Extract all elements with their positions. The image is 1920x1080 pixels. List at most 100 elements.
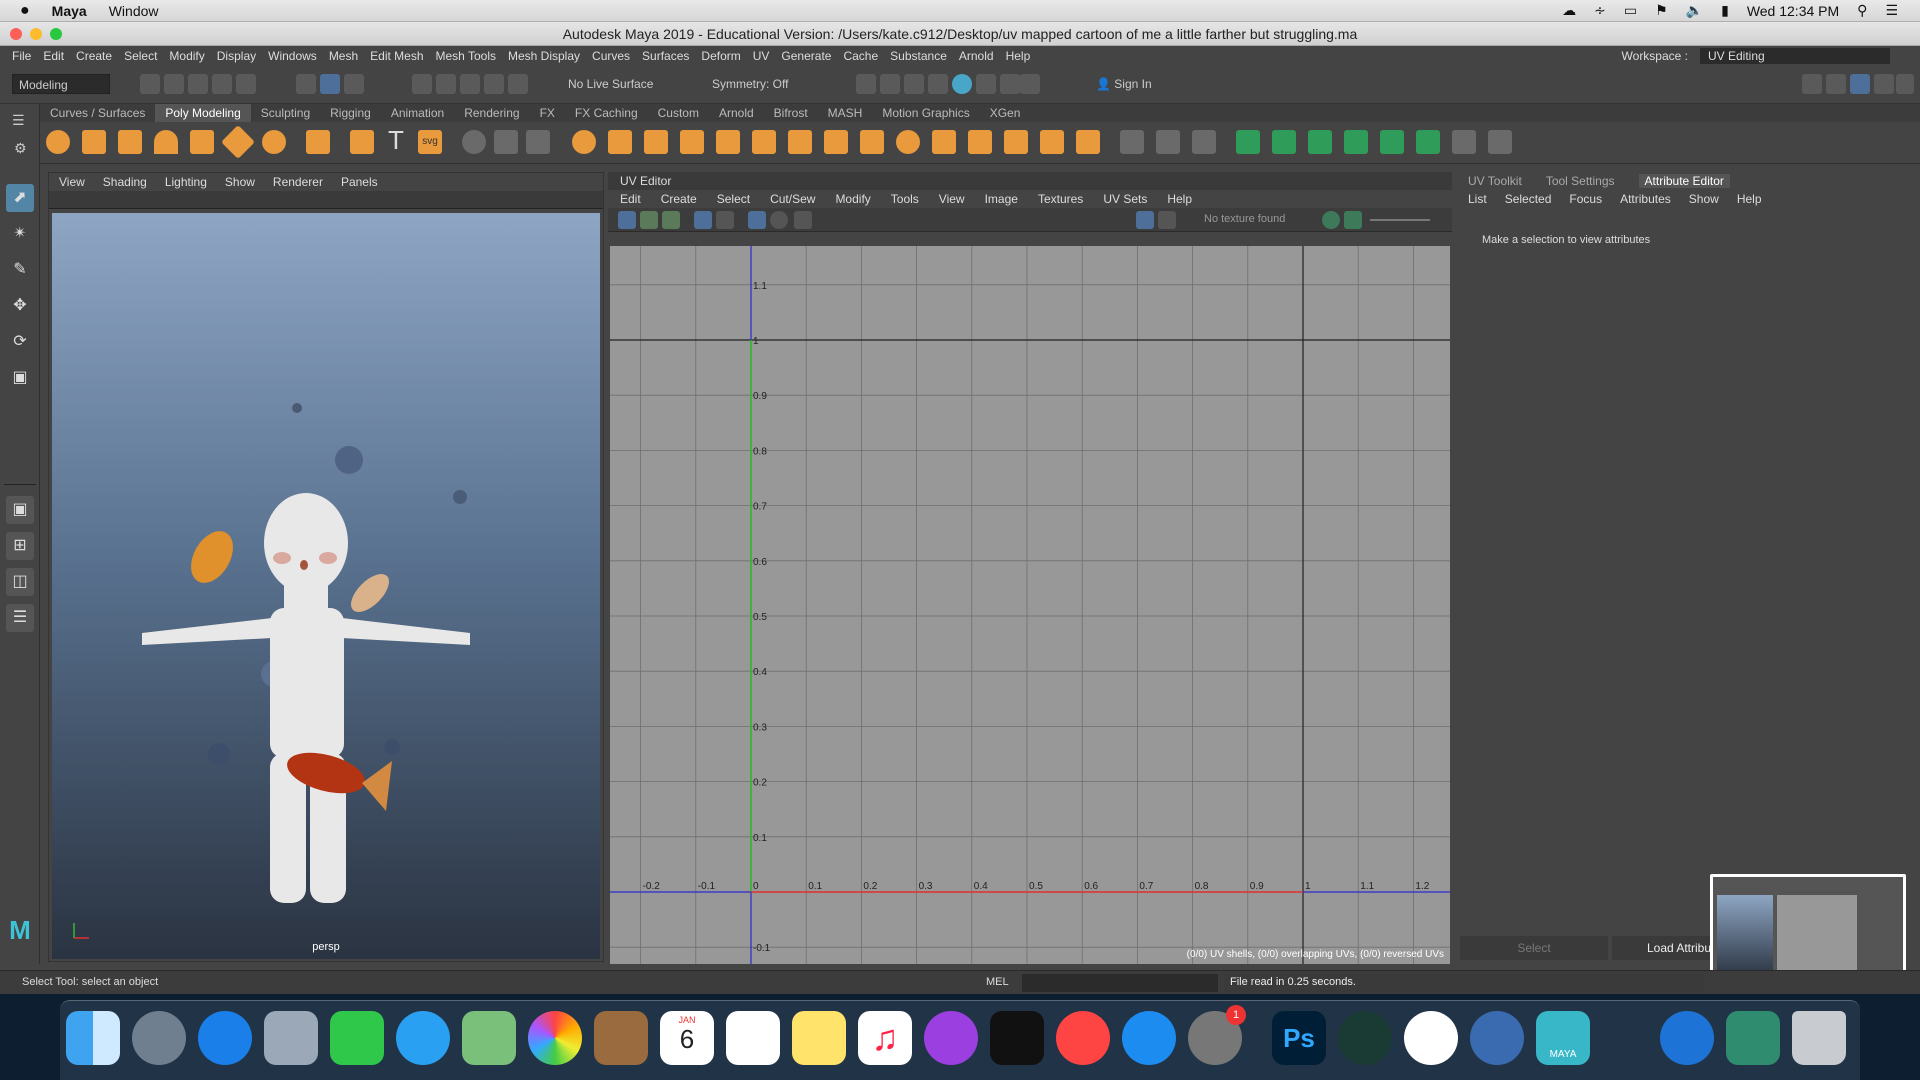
shelf-tab-curves-surfaces[interactable]: Curves / Surfaces [40,104,155,122]
attr-menu-help[interactable]: Help [1737,192,1762,206]
wedge-icon[interactable] [932,130,956,154]
delete-history-icon[interactable] [1236,130,1260,154]
snap-view-plane-icon[interactable] [508,74,528,94]
window-menu[interactable]: Window [109,3,159,19]
uv-toolbar-icon[interactable] [770,211,788,229]
render-setup-icon[interactable] [976,74,996,94]
viewport-menu-panels[interactable]: Panels [341,175,378,189]
rotate-tool-icon[interactable]: ⟳ [6,328,34,356]
volume-icon[interactable]: 🔈 [1686,2,1703,19]
shelf-tab-arnold[interactable]: Arnold [709,104,764,122]
save-scene-icon[interactable] [188,74,208,94]
viewport-menu-lighting[interactable]: Lighting [165,175,207,189]
light-editor-icon[interactable] [1000,74,1020,94]
svg-tool-icon[interactable]: svg [418,130,442,154]
uv-menu-view[interactable]: View [939,192,965,206]
grid-toggle-icon[interactable] [748,211,766,229]
attribute-editor-toggle-icon[interactable] [1850,74,1870,94]
quadrangulate-icon[interactable] [1076,130,1100,154]
snap-grid-icon[interactable] [412,74,432,94]
flag-icon[interactable]: ⚑ [1655,2,1668,19]
render-settings-icon[interactable] [928,74,948,94]
uv-toolbar-icon[interactable] [1344,211,1362,229]
shelf-tab-mash[interactable]: MASH [818,104,873,122]
super-shape-icon[interactable] [350,130,374,154]
open-scene-icon[interactable] [164,74,184,94]
outliner-layout-icon[interactable]: ☰ [6,604,34,632]
menu-edit[interactable]: Edit [43,49,64,63]
target-weld-icon[interactable] [1156,130,1180,154]
four-view-layout-icon[interactable]: ⊞ [6,532,34,560]
paint-select-tool-icon[interactable]: ✎ [6,256,34,284]
tab-attribute-editor[interactable]: Attribute Editor [1638,174,1730,188]
launchpad-icon[interactable] [132,1011,186,1065]
notification-center-icon[interactable]: ☰ [1885,2,1898,19]
freeze-transform-icon[interactable] [1272,130,1296,154]
separate-icon[interactable] [608,130,632,154]
shelf-tab-fx[interactable]: FX [530,104,565,122]
viewport-scene[interactable]: persp [52,213,600,959]
extrude-icon[interactable] [752,130,776,154]
uv-toolbar-icon[interactable] [1322,211,1340,229]
modeling-toolkit-icon[interactable] [1802,74,1822,94]
select-tool-icon[interactable]: ⬈ [6,184,34,212]
menu-create[interactable]: Create [76,49,112,63]
webex-icon[interactable] [1404,1011,1458,1065]
viewport-menu-view[interactable]: View [59,175,85,189]
boolean-icon[interactable] [680,130,704,154]
menu-cache[interactable]: Cache [843,49,878,63]
viewport-icon-bar[interactable] [49,191,603,209]
menu-set-dropdown[interactable]: Modeling [12,74,110,94]
hypershade-icon[interactable] [952,74,972,94]
zoom-window-button[interactable] [50,28,62,40]
layer-editor-icon[interactable] [1896,74,1914,94]
menu-mesh-tools[interactable]: Mesh Tools [436,49,496,63]
shelf-tab-motion-graphics[interactable]: Motion Graphics [872,104,979,122]
symmetrize-icon[interactable] [1452,130,1476,154]
shelf-tab-custom[interactable]: Custom [648,104,709,122]
soften-edge-icon[interactable] [1308,130,1332,154]
shelf-tab-animation[interactable]: Animation [381,104,454,122]
poly-cone-icon[interactable] [154,130,178,154]
apple-menu-icon[interactable]: ● [20,2,30,20]
facetime-icon[interactable] [330,1011,384,1065]
attr-menu-show[interactable]: Show [1689,192,1719,206]
checker-icon[interactable] [1158,211,1176,229]
contacts-icon[interactable] [594,1011,648,1065]
attr-menu-selected[interactable]: Selected [1505,192,1552,206]
airplay-icon[interactable]: ▭ [1624,2,1637,19]
select-by-hierarchy-icon[interactable] [296,74,316,94]
render-current-icon[interactable] [880,74,900,94]
menu-select[interactable]: Select [124,49,157,63]
snap-projected-icon[interactable] [484,74,504,94]
shelf-tab-fx-caching[interactable]: FX Caching [565,104,648,122]
shelf-tab-rendering[interactable]: Rendering [454,104,529,122]
move-tool-icon[interactable]: ✥ [6,292,34,320]
multi-cut-icon[interactable] [1120,130,1144,154]
viewport-menu-renderer[interactable]: Renderer [273,175,323,189]
app-menu[interactable]: Maya [52,3,87,19]
reminders-icon[interactable] [726,1011,780,1065]
sweep-mesh-icon[interactable] [494,130,518,154]
news-icon[interactable] [1056,1011,1110,1065]
menu-arnold[interactable]: Arnold [959,49,994,63]
tab-uv-toolkit[interactable]: UV Toolkit [1468,174,1522,188]
trash-icon[interactable] [1792,1011,1846,1065]
shelf-tab-bifrost[interactable]: Bifrost [764,104,818,122]
display-image-icon[interactable] [1136,211,1154,229]
triangulate-icon[interactable] [1040,130,1064,154]
select-by-component-icon[interactable] [344,74,364,94]
globe-icon[interactable] [1660,1011,1714,1065]
measure-tool-icon[interactable] [462,130,486,154]
menu-uv[interactable]: UV [753,49,770,63]
attr-menu-list[interactable]: List [1468,192,1487,206]
command-line-input[interactable] [1022,974,1218,992]
scale-tool-icon[interactable]: ▣ [6,364,34,392]
combine-icon[interactable] [572,130,596,154]
poly-cube-icon[interactable] [82,130,106,154]
system-preferences-icon[interactable]: 1 [1188,1005,1246,1065]
mel-label[interactable]: MEL [986,976,1009,988]
reduce-icon[interactable] [1004,130,1028,154]
mail-icon[interactable] [264,1011,318,1065]
ipr-render-icon[interactable] [904,74,924,94]
